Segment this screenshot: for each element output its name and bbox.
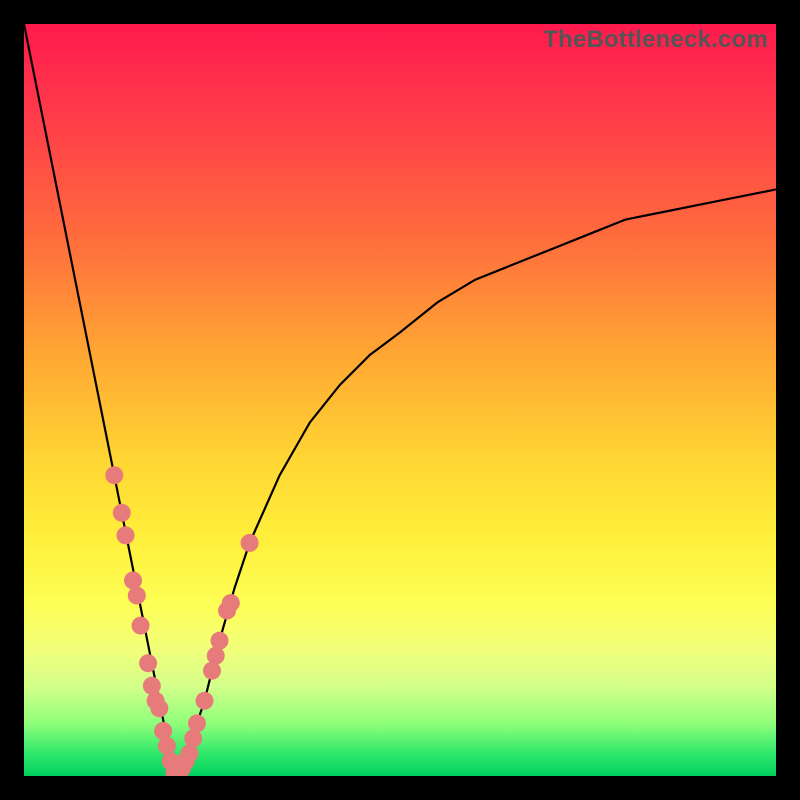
- sample-point-marker: [154, 722, 172, 740]
- sample-point-marker: [143, 677, 161, 695]
- sample-point-marker: [132, 617, 150, 635]
- chart-svg: [24, 24, 776, 776]
- sample-point-marker: [124, 571, 142, 589]
- sample-point-marker: [139, 654, 157, 672]
- sample-point-marker: [113, 504, 131, 522]
- watermark-text: TheBottleneck.com: [543, 26, 768, 54]
- plot-frame: TheBottleneck.com: [24, 24, 776, 776]
- sample-point-marker: [184, 729, 202, 747]
- sample-point-marker: [222, 594, 240, 612]
- sample-point-marker: [117, 526, 135, 544]
- sample-point-marker: [188, 714, 206, 732]
- sample-point-marker: [211, 632, 229, 650]
- bottleneck-curve: [24, 24, 776, 776]
- sample-point-marker: [105, 466, 123, 484]
- sample-point-marker: [195, 692, 213, 710]
- sample-point-marker: [158, 737, 176, 755]
- sample-point-marker: [203, 662, 221, 680]
- sample-points-group: [105, 466, 258, 776]
- sample-point-marker: [128, 587, 146, 605]
- sample-point-marker: [180, 744, 198, 762]
- sample-point-marker: [207, 647, 225, 665]
- sample-point-marker: [241, 534, 259, 552]
- sample-point-marker: [150, 699, 168, 717]
